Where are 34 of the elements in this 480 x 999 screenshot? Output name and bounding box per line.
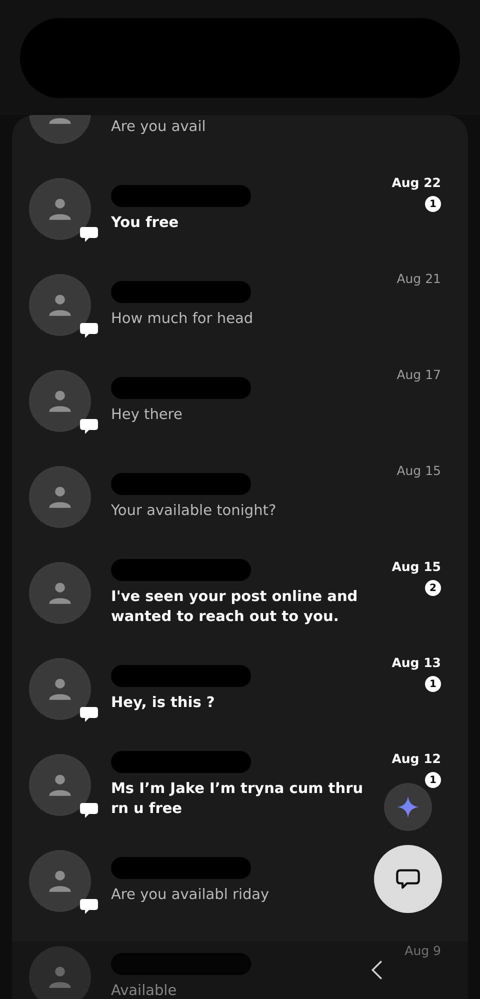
message-preview: Are you avail bbox=[111, 118, 207, 137]
message-preview: Are you availabl riday bbox=[111, 886, 270, 905]
message-date: Aug 12 bbox=[392, 751, 441, 766]
unread-count-badge: 1 bbox=[425, 676, 441, 692]
sparkle-icon bbox=[396, 795, 420, 819]
back-chevron-icon bbox=[370, 959, 384, 981]
person-icon bbox=[47, 868, 73, 894]
unread-count-badge: 1 bbox=[425, 772, 441, 788]
message-date: Aug 15 bbox=[392, 559, 441, 574]
message-preview: Your available tonight? bbox=[111, 502, 278, 521]
message-date: Aug 15 bbox=[396, 463, 441, 478]
person-icon bbox=[47, 964, 73, 990]
unread-count-badge: 2 bbox=[425, 580, 441, 596]
person-icon bbox=[47, 196, 73, 222]
message-preview: How much for head bbox=[111, 310, 254, 329]
unread-count-badge: 1 bbox=[425, 196, 441, 212]
person-icon bbox=[47, 484, 73, 510]
message-date: Aug 17 bbox=[396, 367, 441, 382]
person-icon bbox=[47, 388, 73, 414]
message-preview: Available bbox=[111, 982, 178, 999]
message-preview: Hey there bbox=[111, 406, 184, 425]
message-date: Aug 21 bbox=[396, 271, 441, 286]
message-preview: I've seen your post online and wanted to reach out to you. bbox=[111, 588, 359, 627]
message-preview: You free bbox=[111, 214, 180, 233]
person-icon bbox=[47, 772, 73, 798]
message-date: Aug 9 bbox=[404, 943, 441, 958]
person-icon bbox=[47, 676, 73, 702]
person-icon bbox=[47, 292, 73, 318]
message-preview: Hey, is this ? bbox=[111, 694, 216, 713]
person-icon bbox=[47, 580, 73, 606]
sparkle-button[interactable] bbox=[384, 783, 432, 831]
message-preview: Ms I’m Jake I’m tryna cum thru rn u free bbox=[111, 780, 364, 819]
message-date: Aug 22 bbox=[392, 175, 441, 190]
message-date: Aug 13 bbox=[392, 655, 441, 670]
